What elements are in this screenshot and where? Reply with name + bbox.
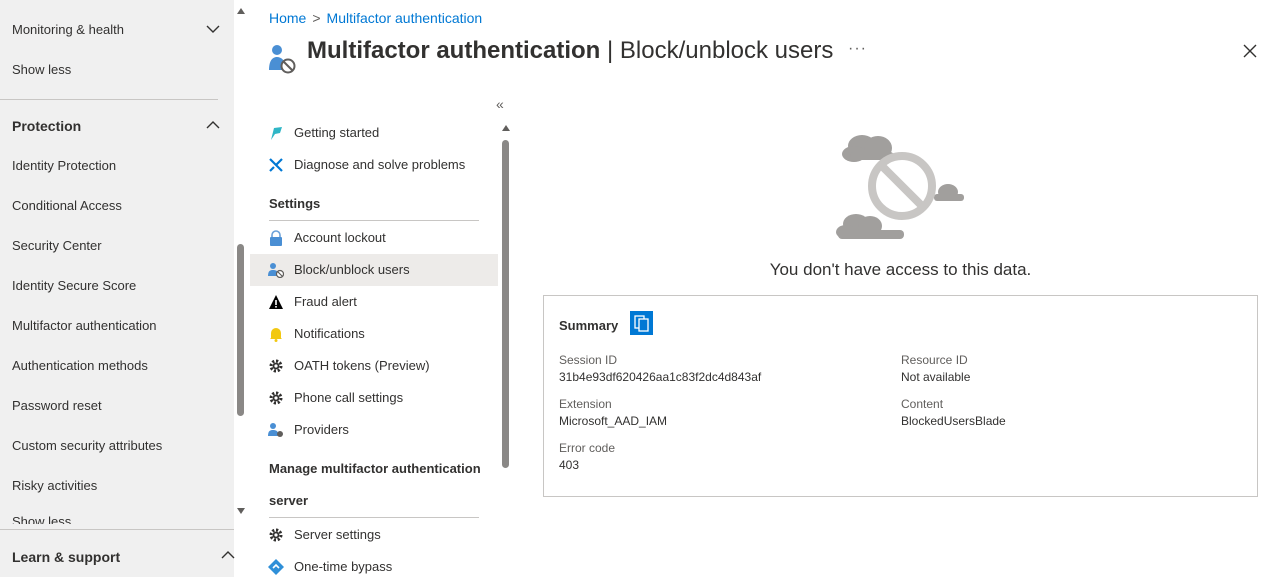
blocked-user-icon (268, 263, 284, 278)
warning-icon (269, 295, 283, 309)
nav-item-conditional-access[interactable]: Conditional Access (12, 198, 122, 213)
menu-item-label: Block/unblock users (294, 262, 410, 277)
nav-show-less-monitoring[interactable]: Show less (12, 62, 71, 77)
menu-item-server-settings[interactable]: Server settings (250, 519, 498, 551)
bell-icon (270, 328, 282, 342)
resource-id-label: Resource ID (901, 353, 968, 367)
scroll-up-arrow-icon[interactable] (237, 8, 245, 14)
nav-bottom-section: Learn & support (0, 529, 236, 577)
content-label: Content (901, 397, 944, 411)
nav-item-identity-secure-score[interactable]: Identity Secure Score (12, 278, 136, 293)
nav-item-password-reset[interactable]: Password reset (12, 398, 102, 413)
page-title-separator: | (600, 37, 620, 64)
breadcrumb: Home > Multifactor authentication (269, 10, 482, 26)
extension-label: Extension (559, 397, 612, 411)
nav-item-security-center[interactable]: Security Center (12, 238, 102, 253)
left-nav-scrollbar[interactable] (234, 0, 248, 520)
error-code-value: 403 (559, 458, 580, 472)
nav-item-multifactor-authentication[interactable]: Multifactor authentication (12, 318, 157, 333)
menu-item-label: Notifications (294, 326, 365, 341)
page-title-sub: Block/unblock users (619, 37, 834, 64)
error-code-label: Error code (559, 441, 616, 455)
summary-title: Summary (559, 318, 619, 333)
getting-started-icon (271, 127, 282, 140)
menu-item-label: Account lockout (294, 230, 386, 245)
menu-section-mfa-server-line2: server (269, 493, 309, 508)
extension-value: Microsoft_AAD_IAM (559, 414, 668, 428)
menu-item-providers[interactable]: Providers (250, 414, 498, 446)
breadcrumb-separator: > (312, 10, 321, 26)
gear-icon (269, 528, 283, 542)
no-access-illustration-icon (836, 135, 964, 239)
collapse-menu-button[interactable]: « (496, 96, 504, 112)
scroll-up-arrow-icon[interactable] (502, 125, 510, 131)
nav-item-show-less-label: Show less (12, 514, 72, 524)
menu-divider (269, 220, 479, 221)
menu-item-diagnose[interactable]: Diagnose and solve problems (250, 149, 498, 181)
left-navigation: Monitoring & health Show less Protection… (0, 0, 236, 577)
chevron-up-icon[interactable] (220, 547, 236, 563)
menu-divider (269, 517, 479, 518)
menu-item-label: Providers (294, 422, 349, 437)
menu-item-fraud-alert[interactable]: Fraud alert (250, 286, 498, 318)
nav-item-identity-protection[interactable]: Identity Protection (12, 158, 116, 173)
menu-item-oath-tokens[interactable]: OATH tokens (Preview) (250, 350, 498, 382)
nav-item-risky-activities[interactable]: Risky activities (12, 478, 97, 493)
lock-icon (270, 230, 282, 246)
nav-item-monitoring-health[interactable]: Monitoring & health (12, 22, 124, 37)
menu-item-label: One-time bypass (294, 559, 393, 574)
nav-item-custom-security-attributes[interactable]: Custom security attributes (12, 438, 162, 453)
menu-item-getting-started[interactable]: Getting started (250, 117, 498, 149)
menu-item-label: Server settings (294, 527, 381, 542)
menu-item-account-lockout[interactable]: Account lockout (250, 222, 498, 254)
summary-panel: Summary Session ID 31b4e93df620426aa1c83… (543, 295, 1258, 497)
blocked-user-icon (269, 45, 296, 74)
page-title: Multifactor authentication | Block/unblo… (307, 37, 833, 65)
menu-item-label: Phone call settings (294, 390, 404, 405)
content-value: BlockedUsersBlade (901, 414, 1006, 428)
nav-item-authentication-methods[interactable]: Authentication methods (12, 358, 148, 373)
scroll-down-arrow-icon[interactable] (237, 508, 245, 514)
nav-item-show-less-clipped[interactable]: Show less (12, 514, 212, 524)
menu-item-notifications[interactable]: Notifications (250, 318, 498, 350)
nav-divider (0, 99, 218, 100)
menu-item-block-unblock-users[interactable]: Block/unblock users (250, 254, 498, 286)
bypass-icon (268, 559, 284, 575)
scrollbar-thumb[interactable] (237, 244, 244, 416)
menu-item-label: Fraud alert (294, 294, 357, 309)
breadcrumb-current[interactable]: Multifactor authentication (327, 10, 483, 26)
close-icon[interactable] (1242, 43, 1258, 59)
menu-item-one-time-bypass[interactable]: One-time bypass (250, 551, 498, 583)
nav-section-protection[interactable]: Protection (12, 118, 81, 134)
page-title-main: Multifactor authentication (307, 37, 601, 64)
scrollbar-thumb[interactable] (502, 140, 509, 468)
resource-id-value: Not available (901, 370, 971, 384)
menu-item-label: OATH tokens (Preview) (294, 358, 430, 373)
copy-button[interactable] (630, 311, 653, 335)
wrench-icon (269, 158, 283, 172)
nav-section-learn-support[interactable]: Learn & support (12, 549, 120, 565)
breadcrumb-home[interactable]: Home (269, 10, 306, 26)
chevron-down-icon[interactable] (205, 21, 221, 37)
no-access-message: You don't have access to this data. (769, 260, 1032, 279)
provider-icon (268, 423, 283, 437)
copy-icon (634, 315, 649, 332)
session-id-label: Session ID (559, 353, 618, 367)
gear-icon (269, 359, 283, 373)
more-options-button[interactable]: ··· (848, 40, 867, 58)
menu-scrollbar[interactable] (499, 120, 513, 577)
menu-item-label: Diagnose and solve problems (294, 157, 466, 172)
gear-icon (269, 391, 283, 405)
session-id-value: 31b4e93df620426aa1c83f2dc4d843af (559, 370, 762, 384)
menu-section-mfa-server-line1: Manage multifactor authentication (269, 461, 481, 476)
chevron-up-icon[interactable] (205, 117, 221, 133)
menu-item-label: Getting started (294, 125, 380, 140)
menu-item-phone-call-settings[interactable]: Phone call settings (250, 382, 498, 414)
menu-section-settings: Settings (269, 196, 321, 211)
